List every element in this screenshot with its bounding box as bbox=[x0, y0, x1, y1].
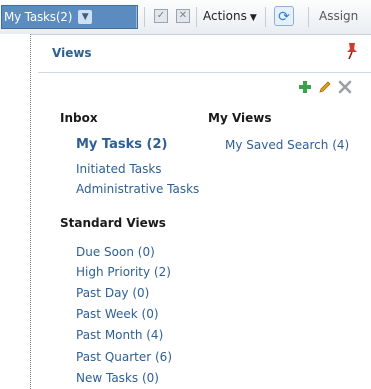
divider bbox=[136, 6, 137, 28]
edit-icon[interactable] bbox=[318, 80, 332, 94]
my-views-heading: My Views bbox=[208, 111, 272, 125]
views-title: Views bbox=[52, 46, 92, 60]
actions-label: Actions bbox=[203, 9, 247, 23]
view-link-due-soon[interactable]: Due Soon (0) bbox=[76, 245, 155, 259]
caret-down-icon: ▼ bbox=[249, 13, 257, 23]
view-link-my-saved-search[interactable]: My Saved Search (4) bbox=[225, 138, 349, 152]
actions-menu[interactable]: Actions ▼ bbox=[203, 9, 257, 23]
divider bbox=[308, 7, 309, 27]
standard-views-heading: Standard Views bbox=[60, 216, 166, 230]
close-box-icon[interactable]: ✕ bbox=[176, 9, 190, 23]
view-link-high-priority[interactable]: High Priority (2) bbox=[76, 265, 171, 279]
refresh-icon[interactable]: ⟳ bbox=[274, 6, 294, 26]
view-link-past-month[interactable]: Past Month (4) bbox=[76, 328, 163, 342]
delete-icon[interactable] bbox=[338, 80, 352, 94]
my-tasks-button[interactable]: My Tasks(2) ▼ bbox=[1, 5, 138, 29]
left-strip bbox=[0, 34, 31, 389]
view-link-past-week[interactable]: Past Week (0) bbox=[76, 307, 159, 321]
add-icon[interactable] bbox=[298, 80, 312, 94]
view-link-administrative-tasks[interactable]: Administrative Tasks bbox=[76, 182, 199, 196]
view-link-past-quarter[interactable]: Past Quarter (6) bbox=[76, 350, 172, 364]
views-header: Views bbox=[38, 34, 371, 73]
view-link-initiated-tasks[interactable]: Initiated Tasks bbox=[76, 162, 162, 176]
pin-icon[interactable] bbox=[345, 42, 359, 60]
view-link-new-tasks[interactable]: New Tasks (0) bbox=[76, 371, 159, 385]
inbox-heading: Inbox bbox=[60, 111, 98, 125]
divider bbox=[144, 7, 145, 27]
toolbar: My Tasks(2) ▼ ✓ ✕ Actions ▼ ⟳ Assign bbox=[0, 0, 371, 35]
divider bbox=[265, 7, 266, 27]
assign-button[interactable]: Assign bbox=[319, 9, 358, 23]
view-link-past-day[interactable]: Past Day (0) bbox=[76, 286, 149, 300]
view-link-my-tasks[interactable]: My Tasks (2) bbox=[76, 137, 167, 152]
chevron-down-icon[interactable]: ▼ bbox=[78, 10, 93, 24]
my-tasks-label: My Tasks(2) bbox=[4, 10, 73, 24]
checkbox-icon[interactable]: ✓ bbox=[154, 9, 168, 23]
divider bbox=[196, 7, 197, 27]
